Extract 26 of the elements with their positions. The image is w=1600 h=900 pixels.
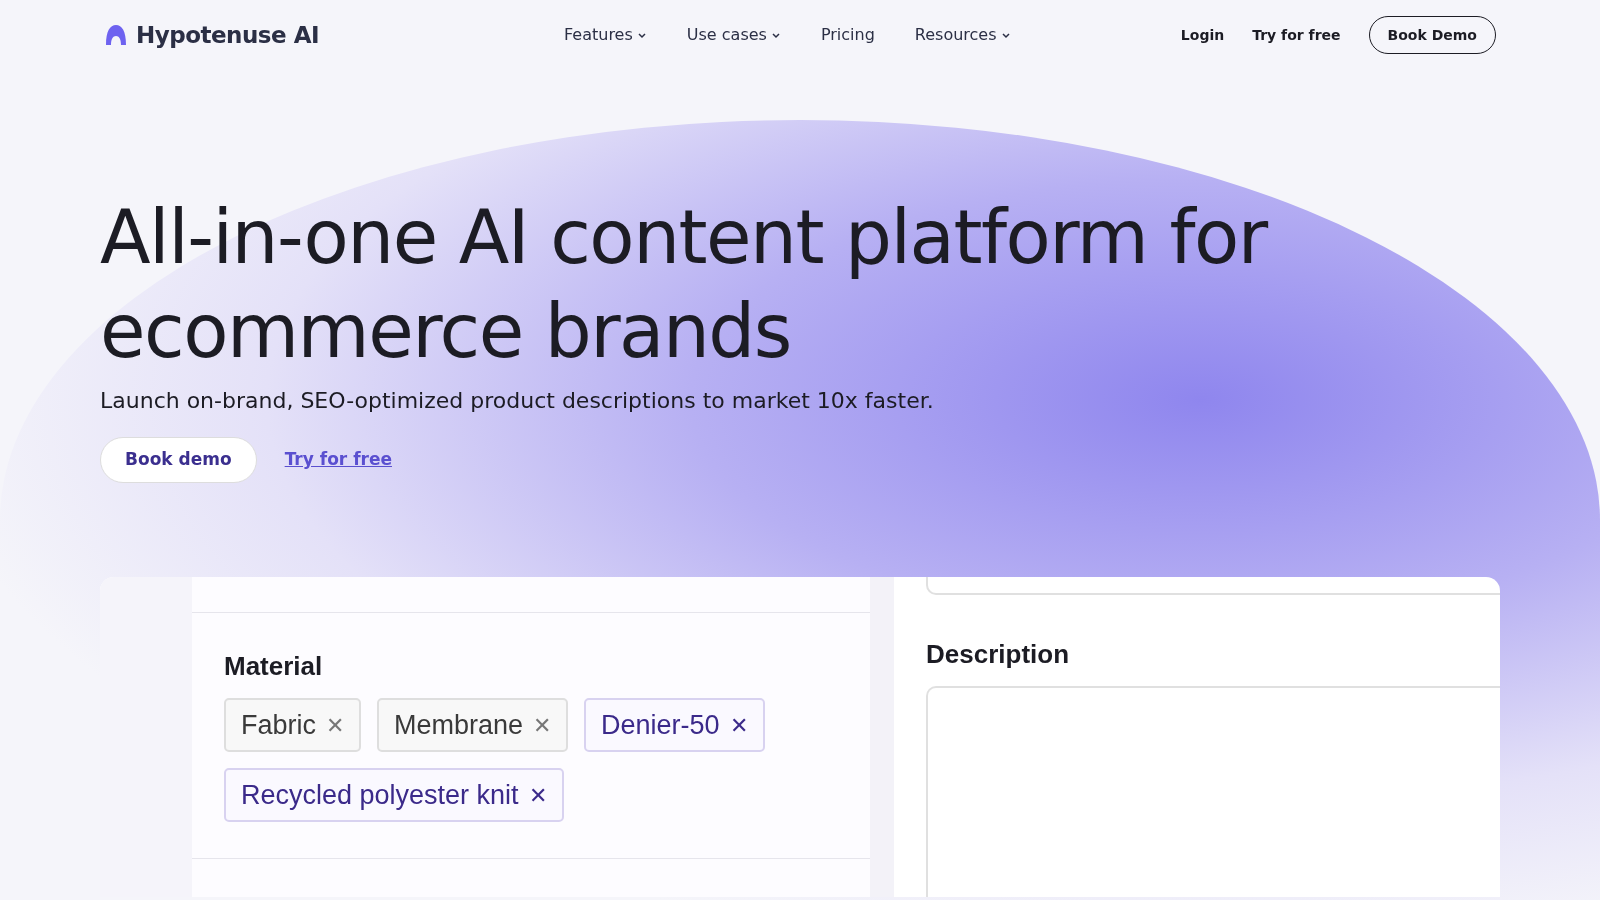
nav-link[interactable]: Use cases <box>686 23 781 47</box>
try-for-free-link[interactable]: Try for free <box>1252 24 1341 46</box>
hero-headline: All-in-one AI content platform for ecommerce brands <box>100 193 1270 376</box>
tag-label: Denier-50 <box>601 708 720 742</box>
try-for-free-link[interactable]: Try for free <box>284 447 392 473</box>
book-demo-button[interactable]: Book demo <box>100 437 257 483</box>
tag-label: Membrane <box>394 708 524 742</box>
chevron-down-icon <box>636 30 647 40</box>
login-link[interactable]: Login <box>1180 24 1225 46</box>
tag-label: Recycled polyester knit <box>241 778 519 812</box>
chevron-down-icon <box>1000 30 1011 40</box>
remove-tag-button[interactable]: ✕ <box>528 778 547 812</box>
logo-icon <box>104 23 128 47</box>
description-label: Description <box>926 638 1071 671</box>
remove-tag-button[interactable]: ✕ <box>533 708 552 742</box>
chevron-down-icon <box>770 30 781 40</box>
nav-link[interactable]: Features <box>564 23 647 47</box>
material-label: Material <box>224 650 324 683</box>
tag-label: Fabric <box>241 708 316 742</box>
brand-name[interactable]: Hypotenuse AI <box>136 17 319 53</box>
nav-link[interactable]: Resources <box>914 23 1011 47</box>
remove-tag-button[interactable]: ✕ <box>729 708 748 742</box>
remove-tag-button[interactable]: ✕ <box>326 708 344 742</box>
description-field[interactable] <box>926 686 1500 897</box>
hero-subtitle: Launch on-brand, SEO-optimized product descriptions to market 10x faster. <box>100 387 935 415</box>
nav-link[interactable]: Pricing <box>820 23 875 47</box>
